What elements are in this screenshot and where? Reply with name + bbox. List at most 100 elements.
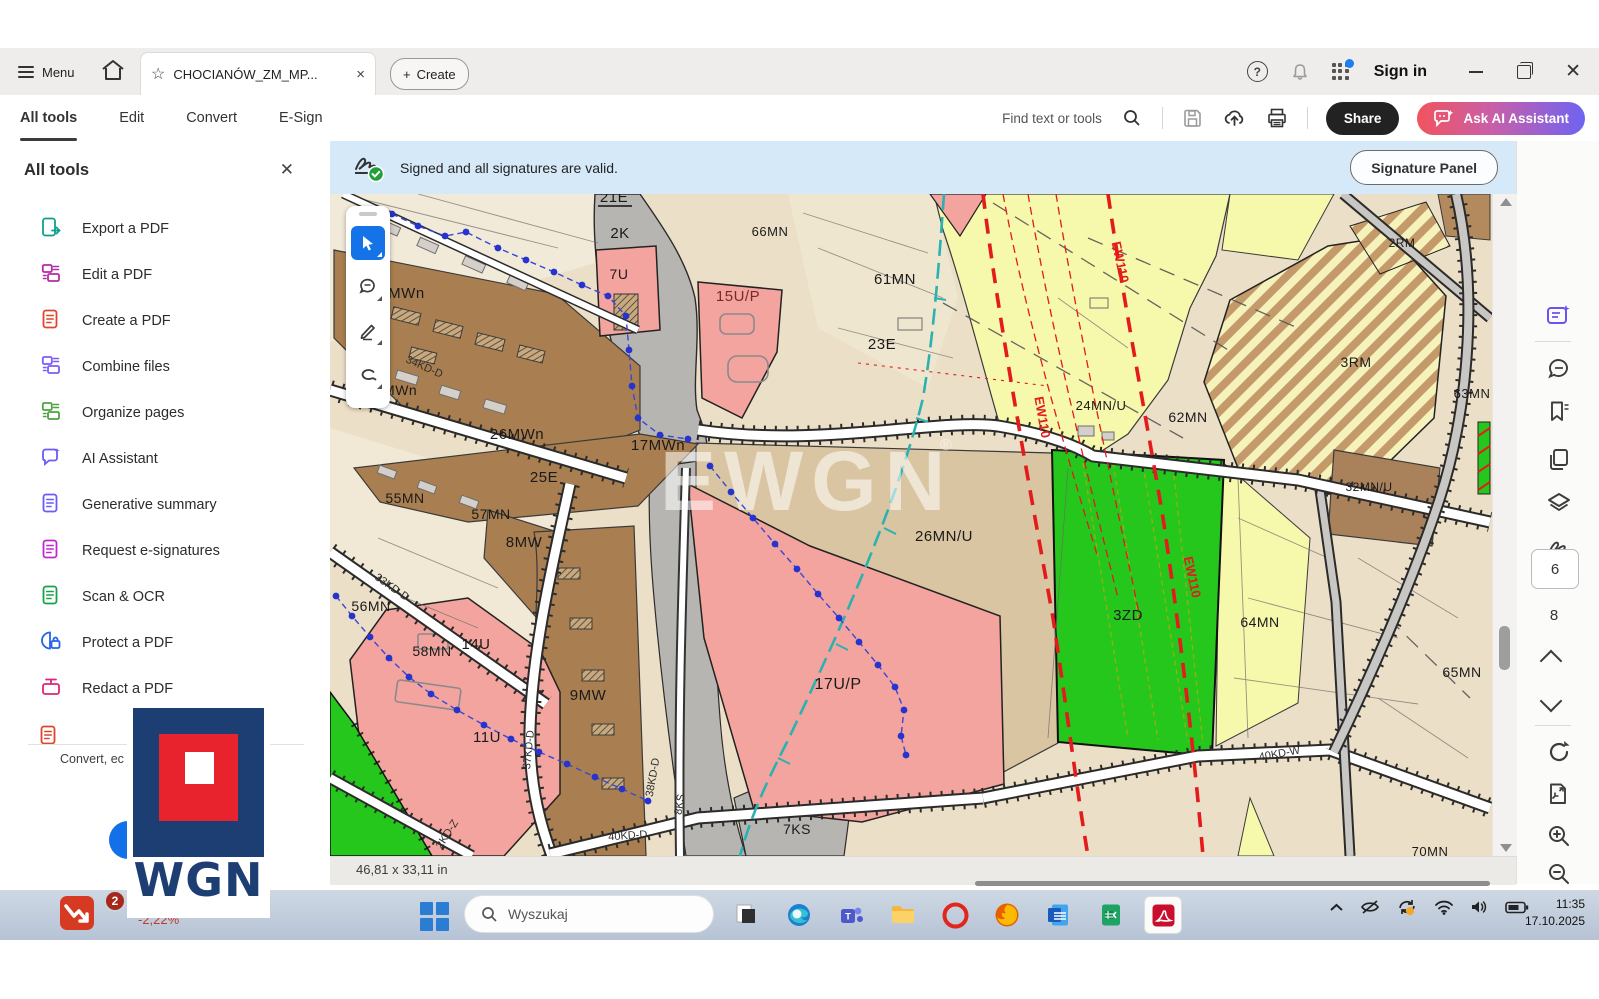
- find-text-label[interactable]: Find text or tools: [1002, 111, 1102, 126]
- zoom-out-icon[interactable]: [1544, 859, 1574, 889]
- ask-ai-assistant-button[interactable]: Ask AI Assistant: [1417, 102, 1585, 135]
- tool-item-combine-files[interactable]: Combine files: [0, 344, 330, 390]
- star-icon[interactable]: ☆: [151, 64, 165, 84]
- apps-grid-icon[interactable]: [1332, 63, 1350, 81]
- home-button[interactable]: [100, 58, 128, 84]
- previous-page-button[interactable]: [1540, 650, 1563, 673]
- tool-item-edit-a-pdf[interactable]: Edit a PDF: [0, 252, 330, 298]
- minimize-icon[interactable]: [1469, 71, 1483, 73]
- tab-all-tools[interactable]: All tools: [20, 95, 77, 141]
- map-zone-label: 11U: [473, 729, 501, 746]
- help-icon[interactable]: ?: [1247, 61, 1268, 82]
- next-page-button[interactable]: [1540, 690, 1563, 713]
- privacy-eye-icon[interactable]: [1360, 899, 1380, 920]
- tab-esign[interactable]: E-Sign: [279, 95, 323, 141]
- palette-drag-handle[interactable]: [359, 212, 377, 216]
- annotation-point: [428, 691, 435, 698]
- layers-panel-icon[interactable]: [1544, 489, 1574, 519]
- tool-item-organize-pages[interactable]: Organize pages: [0, 390, 330, 436]
- teams-icon[interactable]: T: [832, 896, 870, 934]
- vertical-scrollbar[interactable]: [1492, 194, 1517, 856]
- ask-ai-label: Ask AI Assistant: [1463, 111, 1569, 126]
- panel-close-icon[interactable]: ✕: [280, 160, 294, 180]
- tab-edit[interactable]: Edit: [119, 95, 144, 141]
- wifi-icon[interactable]: [1434, 900, 1454, 920]
- stock-widget-icon: [60, 896, 94, 930]
- rotate-page-icon[interactable]: [1544, 737, 1574, 767]
- scroll-down-arrow[interactable]: [1500, 844, 1512, 852]
- map-zone-label: 63MN: [1454, 386, 1491, 401]
- zoom-in-icon[interactable]: [1544, 821, 1574, 851]
- create-tab-button[interactable]: + Create: [390, 58, 469, 90]
- tool-item-export-a-pdf[interactable]: Export a PDF: [0, 206, 330, 252]
- map-zone-label: 3ZD: [1113, 607, 1143, 624]
- document-tab[interactable]: ☆ CHOCIANÓW_ZM_MP... ×: [140, 52, 376, 95]
- taskbar-clock[interactable]: 11:35 17.10.2025: [1525, 896, 1585, 931]
- comment-tool-button[interactable]: [351, 270, 385, 304]
- pencil-icon: [358, 321, 378, 341]
- current-page-input[interactable]: 6: [1531, 549, 1579, 589]
- taskbar-search[interactable]: Wyszukaj: [464, 895, 714, 933]
- select-tool-button[interactable]: [351, 226, 385, 260]
- volume-icon[interactable]: [1470, 899, 1489, 920]
- bookmarks-panel-icon[interactable]: [1544, 397, 1574, 427]
- word-document-icon[interactable]: [1040, 896, 1078, 934]
- signature-panel-button[interactable]: Signature Panel: [1350, 150, 1498, 185]
- page-thumbnails-icon[interactable]: [1544, 445, 1574, 475]
- lasso-tool-button[interactable]: [351, 358, 385, 392]
- tray-chevron-icon[interactable]: [1329, 901, 1344, 919]
- map-zone-label: 14U: [461, 636, 490, 653]
- tool-item-protect-a-pdf[interactable]: Protect a PDF: [0, 620, 330, 666]
- tool-item-partial[interactable]: [38, 724, 60, 751]
- tool-icon: [40, 354, 62, 381]
- sheets-icon[interactable]: [1092, 896, 1130, 934]
- map-zone-label: 17U/P: [815, 676, 862, 693]
- sign-in-button[interactable]: Sign in: [1374, 63, 1427, 81]
- start-button[interactable]: [420, 902, 450, 932]
- tool-item-create-a-pdf[interactable]: Create a PDF: [0, 298, 330, 344]
- tab-close-icon[interactable]: ×: [356, 66, 365, 83]
- tool-label: Scan & OCR: [82, 589, 165, 605]
- map-zone-label: 57MN: [471, 506, 510, 522]
- sync-icon[interactable]: [1396, 898, 1418, 921]
- upload-cloud-icon[interactable]: [1223, 106, 1247, 130]
- map-zone-label: 58MN: [412, 643, 451, 659]
- map-zone-label: 64MN: [1240, 614, 1279, 630]
- notifications-bell-icon[interactable]: [1288, 60, 1312, 84]
- generative-summary-icon[interactable]: [1544, 301, 1574, 331]
- scroll-up-arrow[interactable]: [1500, 198, 1512, 206]
- tool-item-scan-ocr[interactable]: Scan & OCR: [0, 574, 330, 620]
- annotation-point: [386, 655, 393, 662]
- hamburger-icon: [18, 63, 34, 81]
- file-explorer-icon[interactable]: [884, 896, 922, 934]
- edge-browser-icon[interactable]: [780, 896, 818, 934]
- menu-button[interactable]: Menu: [18, 56, 75, 88]
- toolbar-tabs: All tools Edit Convert E-Sign: [20, 95, 323, 141]
- scroll-thumb[interactable]: [1499, 626, 1510, 670]
- save-icon[interactable]: [1181, 106, 1205, 130]
- draw-tool-button[interactable]: [351, 314, 385, 348]
- search-icon[interactable]: [1120, 106, 1144, 130]
- tab-convert[interactable]: Convert: [186, 95, 237, 141]
- map-zone-label: 25E: [530, 469, 558, 486]
- comments-panel-icon[interactable]: [1544, 355, 1574, 385]
- annotation-point: [685, 436, 692, 443]
- fit-page-icon[interactable]: [1544, 779, 1574, 809]
- tool-item-request-e-signatures[interactable]: Request e-signatures: [0, 528, 330, 574]
- restore-icon[interactable]: [1517, 65, 1531, 79]
- firefox-browser-icon[interactable]: [988, 896, 1026, 934]
- tools-list: Export a PDF Edit a PDF Create a PDF Com…: [0, 206, 330, 712]
- annotation-point: [626, 347, 633, 354]
- map-zone-label: 26MWn: [490, 426, 544, 443]
- horizontal-scrollbar[interactable]: [975, 881, 1490, 886]
- page-size-readout: 46,81 x 33,11 in: [356, 862, 448, 877]
- print-icon[interactable]: [1265, 106, 1289, 130]
- share-button[interactable]: Share: [1326, 102, 1400, 135]
- opera-browser-icon[interactable]: [936, 896, 974, 934]
- tool-item-ai-assistant[interactable]: AI Assistant: [0, 436, 330, 482]
- pdf-map-canvas[interactable]: EWGN ® 34KD-D33KD-D37KD-D38KD-D8KS40KD-D…: [330, 194, 1492, 856]
- window-close-icon[interactable]: ✕: [1565, 62, 1581, 81]
- acrobat-app-icon[interactable]: [1144, 896, 1182, 934]
- tool-item-generative-summary[interactable]: Generative summary: [0, 482, 330, 528]
- task-view-button[interactable]: [728, 896, 766, 934]
